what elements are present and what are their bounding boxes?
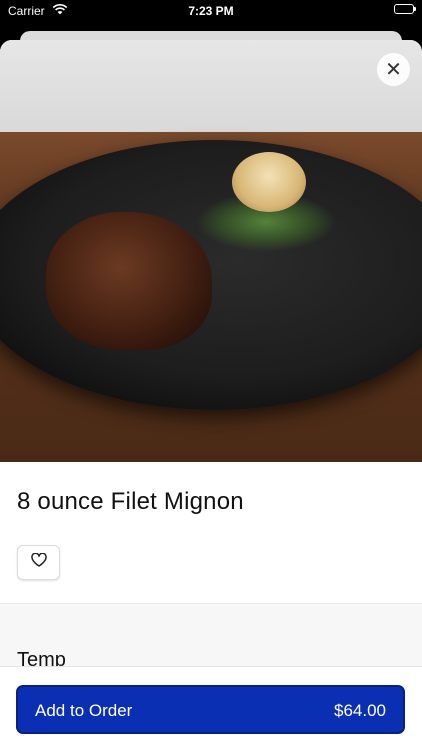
- item-photo: [0, 40, 422, 462]
- steak-shape: [46, 212, 212, 350]
- item-detail-sheet: ✕ 8 ounce Filet Mignon Temp Add to Order…: [0, 40, 422, 750]
- roasted-garlic-shape: [232, 152, 306, 212]
- favorite-button[interactable]: [17, 545, 60, 580]
- close-icon: ✕: [385, 58, 402, 81]
- status-bar: Carrier 7:23 PM: [0, 0, 422, 22]
- add-to-order-label: Add to Order: [35, 701, 133, 720]
- add-to-order-button[interactable]: Add to Order $64.00: [16, 685, 405, 734]
- order-price: $64.00: [334, 701, 386, 720]
- item-title: 8 ounce Filet Mignon: [17, 488, 244, 515]
- photo-background-wall: [0, 40, 422, 132]
- close-button[interactable]: ✕: [377, 53, 410, 86]
- heart-outline-icon: [30, 552, 47, 572]
- order-bar: Add to Order $64.00: [0, 666, 422, 750]
- clock: 7:23 PM: [188, 4, 234, 18]
- battery-icon: [394, 4, 416, 14]
